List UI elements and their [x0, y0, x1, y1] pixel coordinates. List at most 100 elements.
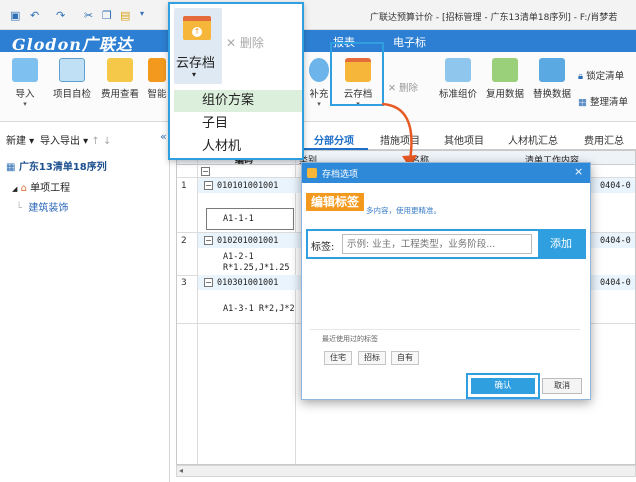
magnifier-icon	[107, 58, 133, 82]
check-icon	[59, 58, 85, 82]
row-right-value: 0404-0	[600, 278, 631, 288]
collapse-icon[interactable]: ◢	[12, 185, 17, 193]
collapse-panel-icon[interactable]: «	[160, 130, 167, 143]
delete-button-zoomed[interactable]: ✕ 删除	[226, 34, 264, 51]
row-number: 1	[181, 181, 187, 191]
row-code: 010101001001	[217, 181, 279, 191]
reuse-data-label: 复用数据	[485, 89, 524, 100]
cloud-archive-icon: ↑	[183, 16, 211, 40]
fee-view-label: 费用查看	[100, 89, 139, 100]
new-label: 新建	[6, 136, 26, 147]
edit-tag-banner: 编辑标签	[306, 193, 364, 211]
tab-fee-summary[interactable]: 费用汇总	[584, 132, 624, 147]
organize-icon: ▦	[578, 97, 587, 108]
paste-icon[interactable]: ▤	[120, 9, 130, 22]
menu-tab-ebid[interactable]: 电子标	[393, 34, 426, 50]
reuse-data-icon	[492, 58, 518, 82]
delete-button[interactable]: ✕ 删除	[388, 80, 418, 94]
tree-root[interactable]: ▦ 广东13清单18序列	[6, 158, 107, 173]
brand-bar: Glodon广联达 报表 电子标	[0, 30, 636, 54]
scroll-left-icon[interactable]: ◂	[179, 466, 183, 475]
tree-item-single-project[interactable]: ◢ ⌂ 单项工程	[12, 179, 70, 194]
recent-tag-chip[interactable]: 招标	[358, 351, 386, 365]
row-right-value: 0404-0	[600, 236, 631, 246]
tab-sub-items[interactable]: 分部分项	[314, 132, 354, 147]
tab-other-items[interactable]: 其他项目	[444, 132, 484, 147]
menu-item-sub-item[interactable]: 子目	[174, 113, 302, 135]
tag-label: 标签:	[311, 242, 335, 253]
smart-label: 智能	[147, 89, 167, 100]
recent-tag-chip[interactable]: 自有	[391, 351, 419, 365]
chevron-down-icon: ▾	[192, 70, 197, 79]
fee-view-button[interactable]: 费用查看	[98, 58, 142, 100]
cloud-archive-label: 云存档	[176, 56, 216, 71]
project-tree-panel: 新建 ▾ 导入导出 ▾ ↑ ↓ ▦ 广东13清单18序列 ◢ ⌂ 单项工程 └ …	[0, 122, 170, 482]
archive-options-dialog: 存档选项 × 编辑标签 多内容，使用更精准。 标签: 添加 最近使用过的标签 住…	[301, 162, 591, 400]
tab-bar: 分部分项 措施项目 其他项目 人材机汇总 费用汇总	[300, 128, 636, 150]
collapse-all-icon[interactable]: −	[201, 167, 210, 176]
recent-tags-label: 最近使用过的标签	[322, 335, 378, 343]
cut-icon[interactable]: ✂	[84, 9, 93, 22]
standard-pricing-label: 标准组价	[438, 89, 477, 100]
dialog-title: 存档选项	[322, 170, 359, 180]
lock-list-button[interactable]: 🔒︎ 锁定清单	[578, 68, 624, 82]
import-export-button[interactable]: 导入导出 ▾ ↑ ↓	[40, 132, 111, 147]
self-check-label: 项目自检	[52, 89, 91, 100]
collapse-icon[interactable]: −	[204, 181, 213, 190]
window-title: 广联达预算计价 - [招标管理 - 广东13清单18序列] - F:/肖梦若	[370, 13, 618, 23]
cloud-archive-button-zoomed[interactable]: ↑ 云存档 ▾	[174, 8, 222, 84]
collapse-icon[interactable]: −	[204, 236, 213, 245]
new-button[interactable]: 新建 ▾	[6, 132, 34, 147]
redo-icon[interactable]: ↷	[56, 9, 65, 22]
import-icon	[12, 58, 38, 82]
cloud-archive-dropdown: ↑ 云存档 ▾ ✕ 删除 组价方案 子目 人材机	[168, 2, 304, 160]
replace-data-button[interactable]: 替换数据	[530, 58, 574, 100]
tree-connector: └	[16, 203, 23, 214]
collapse-icon[interactable]: −	[204, 278, 213, 287]
menu-item-pricing-plan[interactable]: 组价方案	[174, 90, 302, 112]
organize-list-button[interactable]: ▦ 整理清单	[578, 94, 628, 108]
lock-list-label: 锁定清单	[586, 71, 625, 82]
import-export-label: 导入导出	[40, 136, 80, 147]
title-bar: ▣ ↶ ↷ ✂ ❐ ▤ ▾ 广联达预算计价 - [招标管理 - 广东13清单18…	[0, 0, 636, 30]
move-up-icon[interactable]: ↑	[91, 136, 99, 147]
undo-icon[interactable]: ↶	[30, 9, 39, 22]
row-number: 3	[181, 278, 187, 288]
cancel-button[interactable]: 取消	[542, 378, 582, 394]
save-icon[interactable]: ▣	[10, 9, 20, 22]
chevron-down-icon: ▾	[23, 100, 27, 108]
sub-item-modifier: R*1.25,J*1.25	[223, 263, 290, 273]
import-button[interactable]: 导入 ▾	[3, 58, 47, 108]
confirm-highlight: 确认	[466, 373, 540, 399]
copy-icon[interactable]: ❐	[102, 9, 112, 22]
project-icon: ▦	[6, 162, 16, 173]
tree-root-label: 广东13清单18序列	[18, 162, 107, 173]
lock-icon: 🔒︎	[578, 71, 584, 82]
close-icon[interactable]: ×	[574, 165, 583, 178]
standard-pricing-button[interactable]: 标准组价	[436, 58, 480, 100]
sub-item-code: A1-3-1 R*2,J*2	[223, 304, 295, 314]
dialog-title-bar: 存档选项 ×	[302, 163, 590, 183]
tree-item-label: 单项工程	[30, 183, 71, 194]
sub-item-code: A1-1-1	[223, 214, 254, 224]
delete-label: 删除	[398, 83, 418, 94]
confirm-button[interactable]: 确认	[471, 378, 535, 394]
horizontal-scrollbar[interactable]: ◂	[176, 465, 636, 477]
standard-pricing-icon	[445, 58, 471, 82]
menu-item-resources[interactable]: 人材机	[174, 136, 302, 158]
row-code: 010301001001	[217, 278, 279, 288]
tab-resource-summary[interactable]: 人材机汇总	[508, 132, 558, 147]
add-tag-button[interactable]: 添加	[538, 231, 584, 257]
self-check-button[interactable]: 项目自检	[50, 58, 94, 100]
move-down-icon[interactable]: ↓	[103, 136, 111, 147]
tag-input[interactable]	[342, 234, 532, 254]
dialog-app-icon	[307, 168, 317, 178]
recent-tag-chip[interactable]: 住宅	[324, 351, 352, 365]
smart-button[interactable]: 智能	[146, 58, 168, 100]
sub-item-code: A1-2-1	[223, 252, 254, 262]
tree-item-building[interactable]: └ 建筑装饰	[16, 199, 68, 214]
reuse-data-button[interactable]: 复用数据	[483, 58, 527, 100]
customize-icon[interactable]: ▾	[140, 9, 144, 18]
organize-list-label: 整理清单	[590, 97, 629, 108]
tree-item-label: 建筑装饰	[28, 203, 69, 214]
